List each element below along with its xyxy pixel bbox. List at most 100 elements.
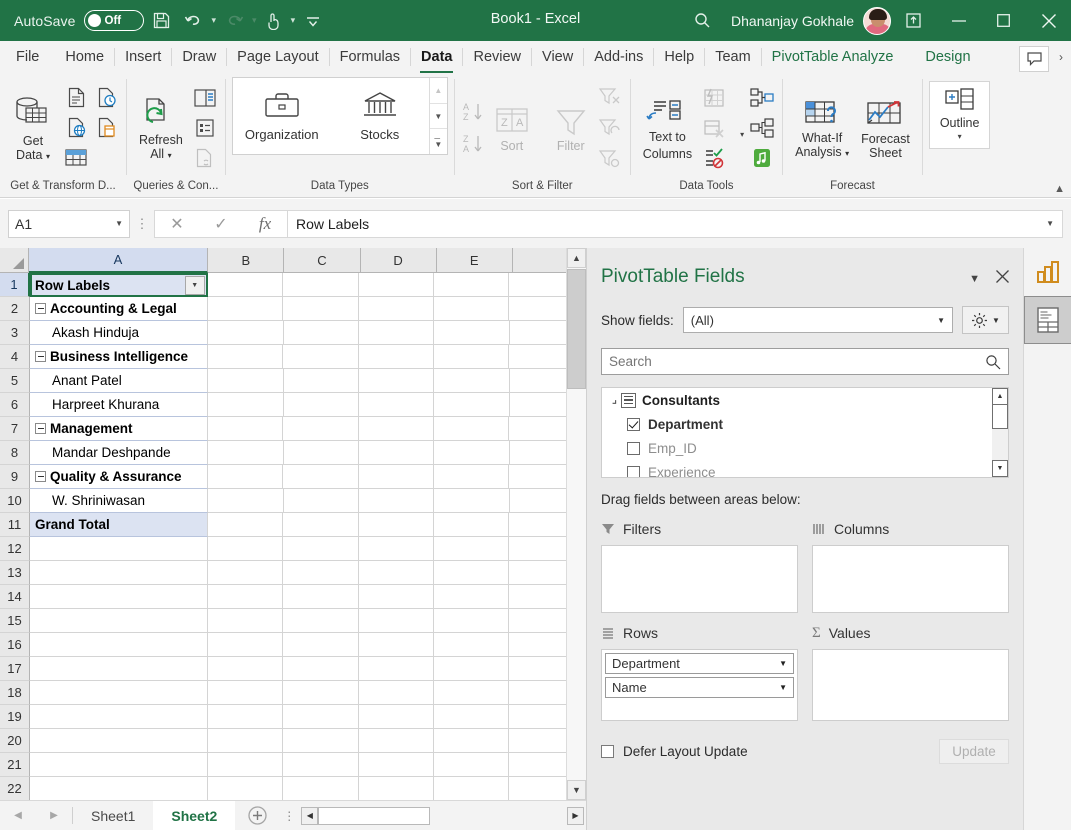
- row-header-6[interactable]: 6: [0, 393, 30, 417]
- cell-F20[interactable]: [509, 729, 566, 753]
- field-checkbox-emp-id[interactable]: [627, 442, 640, 455]
- cell-B17[interactable]: [208, 657, 283, 681]
- defer-layout-update-checkbox[interactable]: [601, 745, 614, 758]
- tab-home[interactable]: Home: [55, 41, 114, 73]
- gallery-more-icon[interactable]: ─▼: [430, 129, 447, 154]
- panel-options-chevron-icon[interactable]: ▼: [969, 273, 980, 285]
- cell-E4[interactable]: [434, 345, 509, 369]
- forecast-sheet-button[interactable]: Forecast Sheet: [855, 96, 916, 160]
- sheet-tab-sheet1[interactable]: Sheet1: [73, 801, 153, 830]
- cell-B3[interactable]: [208, 321, 283, 345]
- cell-B19[interactable]: [208, 705, 283, 729]
- cell-B21[interactable]: [208, 753, 283, 777]
- properties-icon[interactable]: [191, 114, 219, 142]
- row-header-1[interactable]: 1: [0, 273, 30, 297]
- pivotchart-fields-icon[interactable]: [1024, 248, 1071, 296]
- cell-B8[interactable]: [208, 441, 283, 465]
- cell-F6[interactable]: [510, 393, 566, 417]
- cell-C16[interactable]: [283, 633, 358, 657]
- cell-A13[interactable]: [30, 561, 208, 585]
- scroll-right-icon[interactable]: ▶: [567, 807, 584, 825]
- cell-E22[interactable]: [434, 777, 509, 801]
- row-header-7[interactable]: 7: [0, 417, 30, 441]
- field-checkbox-experience[interactable]: [627, 466, 640, 479]
- cell-F21[interactable]: [509, 753, 566, 777]
- cell-D13[interactable]: [359, 561, 434, 585]
- cell-A18[interactable]: [30, 681, 208, 705]
- cell-C14[interactable]: [283, 585, 358, 609]
- scroll-down-icon[interactable]: ▼: [567, 780, 586, 800]
- filters-drop-area[interactable]: [601, 545, 798, 613]
- cell-B4[interactable]: [208, 345, 283, 369]
- from-text-csv-icon[interactable]: [62, 84, 90, 112]
- collapse-outline-icon[interactable]: [35, 351, 46, 362]
- scrollbar-track[interactable]: [567, 389, 586, 780]
- from-web-icon[interactable]: [62, 114, 90, 142]
- cell-F12[interactable]: [509, 537, 566, 561]
- cell-D14[interactable]: [359, 585, 434, 609]
- select-all-corner[interactable]: [0, 248, 29, 273]
- cell-A2[interactable]: Accounting & Legal: [30, 297, 208, 321]
- tab-team[interactable]: Team: [705, 41, 760, 73]
- columns-drop-area[interactable]: [812, 545, 1009, 613]
- search-icon[interactable]: [985, 354, 1001, 370]
- cell-C21[interactable]: [283, 753, 358, 777]
- column-header-C[interactable]: C: [284, 248, 360, 273]
- cell-D16[interactable]: [359, 633, 434, 657]
- rows-drop-area[interactable]: Department ▼ Name ▼: [601, 649, 798, 721]
- cell-F9[interactable]: [509, 465, 566, 489]
- cell-B1[interactable]: [208, 273, 283, 297]
- cell-C10[interactable]: [284, 489, 359, 513]
- queries-connections-icon[interactable]: [191, 84, 219, 112]
- cell-F4[interactable]: [509, 345, 566, 369]
- cell-B10[interactable]: [208, 489, 283, 513]
- close-button[interactable]: [1026, 0, 1071, 41]
- tab-page-layout[interactable]: Page Layout: [227, 41, 328, 73]
- relationships-icon[interactable]: [748, 114, 776, 142]
- chevron-down-icon[interactable]: ▼: [779, 683, 787, 692]
- cell-C18[interactable]: [283, 681, 358, 705]
- cell-F5[interactable]: [510, 369, 566, 393]
- cell-F15[interactable]: [509, 609, 566, 633]
- name-box[interactable]: A1 ▼: [8, 210, 130, 238]
- cell-A5[interactable]: Anant Patel: [30, 369, 208, 393]
- fx-icon[interactable]: fx: [243, 214, 287, 234]
- chevron-down-icon[interactable]: ▾: [958, 130, 962, 144]
- defer-layout-update-row[interactable]: Defer Layout Update: [601, 744, 748, 759]
- cell-C20[interactable]: [283, 729, 358, 753]
- chevron-down-icon[interactable]: ▼: [937, 316, 945, 325]
- cell-D10[interactable]: [359, 489, 434, 513]
- cell-E19[interactable]: [434, 705, 509, 729]
- add-sheet-button[interactable]: [235, 801, 279, 830]
- cell-D5[interactable]: [359, 369, 434, 393]
- tab-pivottable-analyze[interactable]: PivotTable Analyze: [762, 41, 904, 73]
- scrollbar-track[interactable]: [992, 429, 1008, 460]
- cell-A17[interactable]: [30, 657, 208, 681]
- avatar[interactable]: [863, 7, 891, 35]
- cell-D21[interactable]: [359, 753, 434, 777]
- collapse-ribbon-icon[interactable]: ▲: [1054, 183, 1065, 195]
- cell-C9[interactable]: [283, 465, 358, 489]
- collapse-outline-icon[interactable]: [35, 471, 46, 482]
- cell-F2[interactable]: [509, 297, 566, 321]
- cell-A21[interactable]: [30, 753, 208, 777]
- cell-F8[interactable]: [510, 441, 566, 465]
- row-header-21[interactable]: 21: [0, 753, 30, 777]
- cell-E1[interactable]: [434, 273, 509, 297]
- cell-A8[interactable]: Mandar Deshpande: [30, 441, 208, 465]
- collapse-outline-icon[interactable]: [35, 423, 46, 434]
- cell-F16[interactable]: [509, 633, 566, 657]
- tab-file[interactable]: File: [0, 41, 55, 73]
- row-header-3[interactable]: 3: [0, 321, 30, 345]
- cell-C8[interactable]: [284, 441, 359, 465]
- collapse-table-icon[interactable]: ⌟: [608, 395, 621, 406]
- tab-insert[interactable]: Insert: [115, 41, 171, 73]
- cell-A12[interactable]: [30, 537, 208, 561]
- cell-A11[interactable]: Grand Total: [30, 513, 208, 537]
- cell-C6[interactable]: [284, 393, 359, 417]
- cell-C22[interactable]: [283, 777, 358, 801]
- field-item-department[interactable]: Department: [602, 412, 1008, 436]
- scroll-left-icon[interactable]: ◀: [301, 807, 318, 825]
- field-search-box[interactable]: [601, 348, 1009, 375]
- minimize-button[interactable]: [936, 0, 981, 41]
